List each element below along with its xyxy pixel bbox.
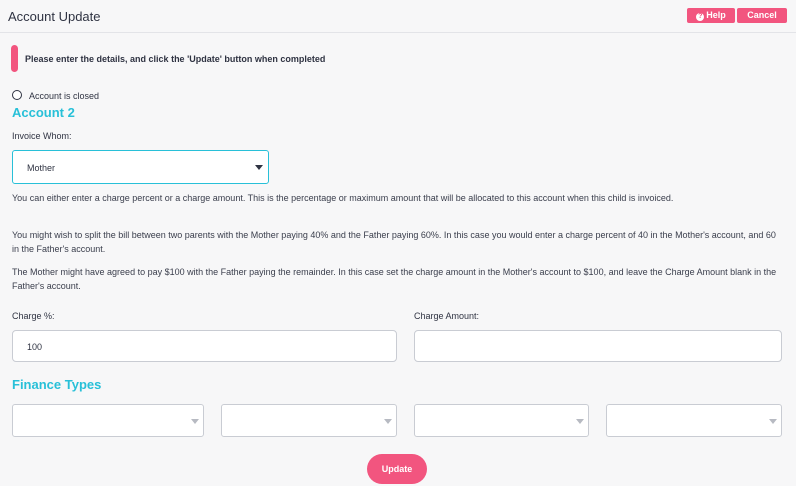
- chevron-down-icon: [191, 419, 199, 424]
- invoice-whom-label: Invoice Whom:: [12, 131, 72, 141]
- chevron-down-icon: [576, 419, 584, 424]
- invoice-whom-select[interactable]: Mother: [12, 150, 269, 184]
- account-closed-radio[interactable]: [12, 90, 22, 100]
- invoice-whom-value: Mother: [27, 163, 56, 173]
- charge-percent-value: 100: [27, 342, 43, 352]
- finance-types-title: Finance Types: [12, 377, 102, 392]
- charge-amount-input[interactable]: [414, 330, 782, 362]
- question-circle-icon: ?: [696, 13, 705, 21]
- update-button[interactable]: Update: [367, 454, 427, 484]
- account-closed-label: Account is closed: [29, 91, 100, 101]
- help-paragraph-2: You might wish to split the bill between…: [12, 230, 776, 254]
- notice-accent-bar: [11, 45, 18, 72]
- finance-type-select-3[interactable]: [414, 404, 589, 437]
- notice-text: Please enter the details, and click the …: [25, 54, 326, 64]
- charge-percent-label: Charge %:: [12, 311, 55, 321]
- chevron-down-icon: [769, 419, 777, 424]
- charge-amount-label: Charge Amount:: [414, 311, 480, 321]
- account-title: Account 2: [12, 105, 75, 120]
- chevron-down-icon: [255, 165, 263, 170]
- page-header: Account Update ? Help Cancel: [0, 0, 796, 33]
- page-title: Account Update: [8, 9, 101, 24]
- charge-percent-input[interactable]: 100: [12, 330, 397, 362]
- finance-type-select-2[interactable]: [221, 404, 397, 437]
- finance-type-select-4[interactable]: [606, 404, 782, 437]
- finance-type-select-1[interactable]: [12, 404, 204, 437]
- help-paragraph-1: You can either enter a charge percent or…: [12, 193, 674, 203]
- help-paragraph-3: The Mother might have agreed to pay $100…: [12, 267, 777, 291]
- help-button-label: Help: [706, 10, 726, 20]
- cancel-button[interactable]: Cancel: [737, 8, 787, 23]
- chevron-down-icon: [384, 419, 392, 424]
- help-button[interactable]: ? Help: [687, 8, 735, 23]
